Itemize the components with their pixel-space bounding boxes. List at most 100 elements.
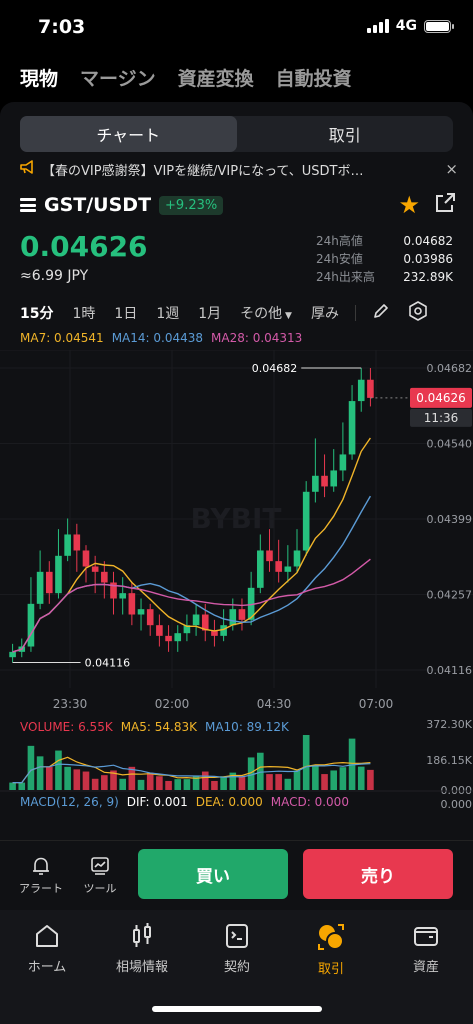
low-value: 0.03986 [403, 252, 453, 266]
last-price-tag-label: 0.04626 [416, 391, 466, 405]
alert-button[interactable]: アラート [16, 855, 66, 896]
volume-bar [45, 766, 53, 790]
candle-body [91, 566, 99, 572]
status-time: 7:03 [38, 16, 86, 38]
volume-bar [9, 782, 16, 790]
interval-1w[interactable]: 1週 [156, 303, 179, 323]
pencil-icon[interactable] [372, 302, 390, 324]
volume-bar [312, 766, 319, 790]
x-tick-label: 02:00 [155, 697, 190, 711]
share-icon[interactable] [434, 192, 456, 218]
volume-bar [64, 766, 71, 790]
interval-1h[interactable]: 1時 [72, 303, 95, 323]
y-tick-label: 0.04540 [427, 438, 473, 451]
star-icon[interactable]: ★ [398, 193, 420, 217]
high-label: 24h高値 [316, 234, 363, 248]
nav-home[interactable]: ホーム [7, 922, 87, 975]
volume-bar [183, 779, 191, 790]
candle-body [257, 550, 264, 588]
tab-margin[interactable]: マージン [80, 64, 156, 91]
volume-ma5: MA5: 54.83K [120, 720, 197, 734]
pair-name[interactable]: GST/USDT [44, 194, 151, 216]
nav-contracts-label: 契約 [223, 960, 250, 975]
candle-body [55, 555, 62, 594]
chart-view-button[interactable]: チャート [20, 116, 237, 152]
volume-bar [174, 779, 182, 790]
status-indicators: 4G [366, 18, 454, 34]
candle-body [339, 454, 347, 471]
volume-bar [211, 780, 218, 790]
volume-bar [137, 779, 145, 790]
tab-convert[interactable]: 資産変換 [178, 64, 254, 91]
countdown-tag-label: 11:36 [424, 411, 459, 425]
candle-body [238, 609, 246, 620]
ma28-line [12, 558, 371, 653]
macd-tick-label: 0.000 [441, 798, 473, 810]
signal-icon [366, 19, 389, 33]
candle-body [302, 491, 310, 551]
ma14-value: MA14: 0.04438 [111, 331, 203, 345]
volume-label: 24h出来高 [316, 270, 375, 284]
close-icon[interactable]: × [440, 160, 458, 178]
volume-bar [201, 771, 209, 790]
nav-trade-label: 取引 [317, 962, 344, 977]
candle-body [73, 534, 81, 551]
interval-more-label: その他 [240, 306, 283, 322]
volume-bar [36, 756, 44, 790]
candles-icon [133, 923, 151, 947]
tab-auto-invest[interactable]: 自動投資 [276, 64, 352, 91]
interval-more-dropdown[interactable]: その他 ▼ [240, 303, 292, 323]
volume-bar [27, 745, 35, 790]
volume-bar [293, 770, 301, 790]
candle-body [82, 550, 90, 567]
nav-contracts[interactable]: 契約 [197, 922, 277, 975]
contract-icon [226, 924, 248, 948]
nav-trade[interactable]: 取引 [291, 922, 371, 977]
x-tick-label: 07:00 [359, 697, 394, 711]
y-tick-label: 0.04257 [427, 589, 473, 602]
depth-button[interactable]: 厚み [311, 303, 339, 323]
order-action-bar: アラート ツール 買い 売り [0, 840, 473, 910]
candle-body [312, 475, 319, 492]
nav-markets[interactable]: 相場情報 [102, 922, 182, 975]
interval-selector: 15分 1時 1日 1週 1月 その他 ▼ 厚み [20, 301, 456, 325]
candle-body [174, 633, 182, 642]
pair-menu-icon[interactable] [20, 198, 36, 212]
sell-button[interactable]: 売り [303, 849, 453, 899]
interval-1M[interactable]: 1月 [198, 303, 221, 323]
volume-bar [275, 774, 282, 790]
volume-bar [119, 778, 126, 790]
battery-icon [424, 19, 454, 33]
nav-assets-label: 資産 [412, 960, 439, 975]
volume-legend: VOLUME: 6.55K MA5: 54.83K MA10: 89.12K [20, 720, 289, 734]
nav-assets[interactable]: 資産 [386, 922, 466, 975]
interval-1d[interactable]: 1日 [114, 303, 137, 323]
volume-bar [330, 770, 338, 790]
candle-body [357, 379, 365, 402]
daily-stats: 24h高値 0.04682 24h安値 0.03986 24h出来高 232.89K [316, 232, 453, 286]
candle-body [45, 571, 53, 594]
macd-legend: MACD(12, 26, 9) DIF: 0.001 DEA: 0.000 MA… [20, 795, 349, 809]
candle-body [348, 401, 356, 455]
candle-body [119, 593, 126, 599]
chart-tool-icon [91, 857, 109, 875]
promo-banner[interactable]: 【春のVIP感謝祭】VIPを継続/VIPになって、USDTボ… × [20, 158, 458, 180]
y-tick-label: 0.04399 [427, 513, 473, 526]
volume-bar [82, 771, 90, 790]
price-chart[interactable]: BYBIT 0.046820.045400.043990.042570.0411… [0, 350, 473, 810]
price-jpy: ≈6.99 JPY [20, 268, 89, 284]
volume-bar [146, 772, 154, 790]
view-toggle: チャート 取引 [20, 116, 453, 152]
buy-button[interactable]: 買い [138, 849, 288, 899]
candle-body [367, 379, 374, 398]
volume-value: 232.89K [403, 270, 453, 284]
tab-spot[interactable]: 現物 [20, 64, 58, 91]
volume-current: VOLUME: 6.55K [20, 720, 113, 734]
x-tick-label: 23:30 [53, 697, 88, 711]
interval-15m[interactable]: 15分 [20, 303, 53, 323]
settings-icon[interactable] [408, 301, 428, 325]
trade-view-button[interactable]: 取引 [237, 116, 454, 152]
volume-bar [257, 752, 264, 790]
volume-bar [302, 735, 310, 790]
tool-button[interactable]: ツール [75, 855, 125, 896]
